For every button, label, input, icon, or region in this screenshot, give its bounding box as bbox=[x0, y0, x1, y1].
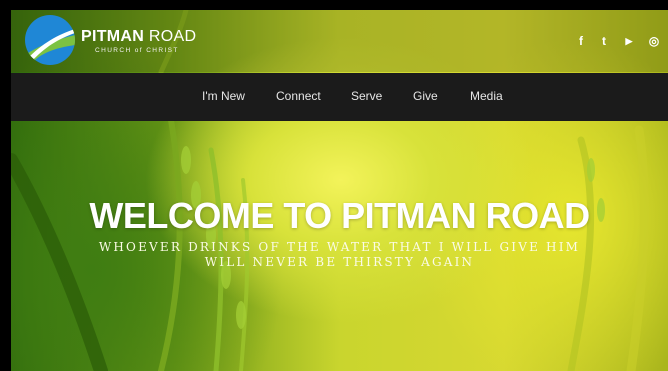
hero-subtitle: WHOEVER DRINKS OF THE WATER THAT I WILL … bbox=[11, 240, 668, 270]
brand-title[interactable]: PITMAN ROAD bbox=[81, 28, 196, 46]
nav-item-give[interactable]: Give bbox=[413, 89, 438, 103]
brand-title-light: ROAD bbox=[144, 28, 197, 45]
website-page: PITMAN ROAD CHURCH of CHRIST f t ▶ ◎ I'm… bbox=[11, 10, 668, 371]
church-logo[interactable] bbox=[25, 15, 75, 65]
facebook-icon[interactable]: f bbox=[574, 34, 588, 48]
brand-title-bold: PITMAN bbox=[81, 28, 145, 45]
youtube-icon[interactable]: ▶ bbox=[622, 34, 636, 48]
hero-title: WELCOME TO PITMAN ROAD bbox=[89, 195, 590, 236]
seed-head-5 bbox=[236, 301, 246, 329]
hero-subtitle-line-1: WHOEVER DRINKS OF THE WATER THAT I WILL … bbox=[98, 240, 581, 254]
logo-road-icon bbox=[25, 29, 75, 65]
nav-item-im-new[interactable]: I'm New bbox=[202, 89, 245, 103]
instagram-icon[interactable]: ◎ bbox=[647, 34, 661, 48]
twitter-icon[interactable]: t bbox=[597, 34, 611, 48]
nav-item-connect[interactable]: Connect bbox=[276, 89, 321, 103]
site-header: PITMAN ROAD CHURCH of CHRIST f t ▶ ◎ bbox=[11, 10, 668, 72]
seed-head-1 bbox=[181, 146, 191, 174]
brand-subtitle: CHURCH of CHRIST bbox=[95, 47, 179, 54]
nav-item-serve[interactable]: Serve bbox=[351, 89, 382, 103]
hero-subtitle-line-2: WILL NEVER BE THIRSTY AGAIN bbox=[204, 255, 475, 269]
main-navigation: I'm New Connect Serve Give Media bbox=[11, 73, 668, 121]
seed-head-6 bbox=[587, 158, 595, 182]
nav-item-media[interactable]: Media bbox=[470, 89, 503, 103]
